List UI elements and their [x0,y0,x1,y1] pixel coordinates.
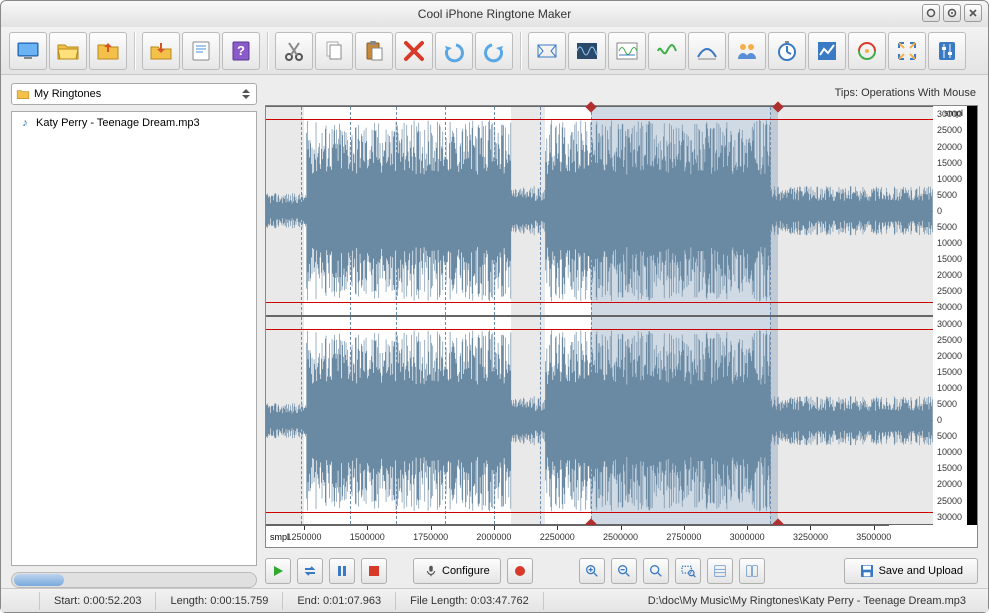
minimize-button[interactable] [922,4,940,22]
combo-spinner[interactable] [238,89,254,99]
status-end: End: 0:01:07.963 [282,592,395,610]
configure-button[interactable]: Configure [413,558,501,584]
view-list-button[interactable] [707,558,733,584]
record-button[interactable] [507,558,533,584]
sidebar-scrollbar[interactable] [11,572,257,588]
zoom-out-button[interactable] [611,558,637,584]
help-button[interactable]: ? [222,32,260,70]
sidebar: My Ringtones ♪ Katy Perry - Teenage Drea… [11,83,257,588]
properties-button[interactable] [182,32,220,70]
trim-button[interactable] [528,32,566,70]
zoom-selection-button[interactable] [675,558,701,584]
users-button[interactable] [728,32,766,70]
close-button[interactable] [964,4,982,22]
play-button[interactable] [265,558,291,584]
configure-label: Configure [442,565,490,577]
folder-combo[interactable]: My Ringtones [11,83,257,105]
copy-button[interactable] [315,32,353,70]
loop-button[interactable] [297,558,323,584]
waveform-dark-button[interactable] [568,32,606,70]
folder-combo-label: My Ringtones [34,88,234,100]
waveform-editor[interactable]: smpl 12500001500000175000020000002250000… [265,105,978,548]
status-length: Length: 0:00:15.759 [155,592,282,610]
list-item[interactable]: ♪ Katy Perry - Teenage Dream.mp3 [14,114,254,132]
undo-button[interactable] [435,32,473,70]
stop-button[interactable] [361,558,387,584]
view-columns-button[interactable] [739,558,765,584]
status-start: Start: 0:00:52.203 [39,592,155,610]
frequency-button[interactable] [648,32,686,70]
status-path: D:\doc\My Music\My Ringtones\Katy Perry … [543,592,980,610]
status-file-length: File Length: 0:03:47.762 [395,592,543,610]
spectrum-button[interactable] [608,32,646,70]
svg-text:?: ? [237,43,245,58]
zoom-in-button[interactable] [579,558,605,584]
cut-button[interactable] [275,32,313,70]
effects-button[interactable] [848,32,886,70]
level-bar [967,106,977,525]
settings-button[interactable] [928,32,966,70]
analyze-button[interactable] [808,32,846,70]
save-upload-label: Save and Upload [879,565,963,577]
mic-icon [424,564,438,578]
delete-button[interactable] [395,32,433,70]
tips-text: Tips: Operations With Mouse [265,83,978,105]
file-name: Katy Perry - Teenage Dream.mp3 [36,117,200,129]
folder-icon [16,87,30,101]
import-folder-button[interactable] [89,32,127,70]
export-folder-button[interactable] [142,32,180,70]
save-icon [859,563,875,579]
maximize-button[interactable] [943,4,961,22]
toolbar: ? [1,27,988,75]
redo-button[interactable] [475,32,513,70]
expand-button[interactable] [888,32,926,70]
pause-button[interactable] [329,558,355,584]
device-button[interactable] [9,32,47,70]
statusbar: Start: 0:00:52.203 Length: 0:00:15.759 E… [1,588,988,612]
open-folder-button[interactable] [49,32,87,70]
titlebar: Cool iPhone Ringtone Maker [1,1,988,27]
music-note-icon: ♪ [18,116,32,130]
save-upload-button[interactable]: Save and Upload [844,558,978,584]
file-list[interactable]: ♪ Katy Perry - Teenage Dream.mp3 [11,111,257,566]
timer-button[interactable] [768,32,806,70]
window-title: Cool iPhone Ringtone Maker [418,7,571,21]
paste-button[interactable] [355,32,393,70]
envelope-button[interactable] [688,32,726,70]
zoom-fit-button[interactable] [643,558,669,584]
